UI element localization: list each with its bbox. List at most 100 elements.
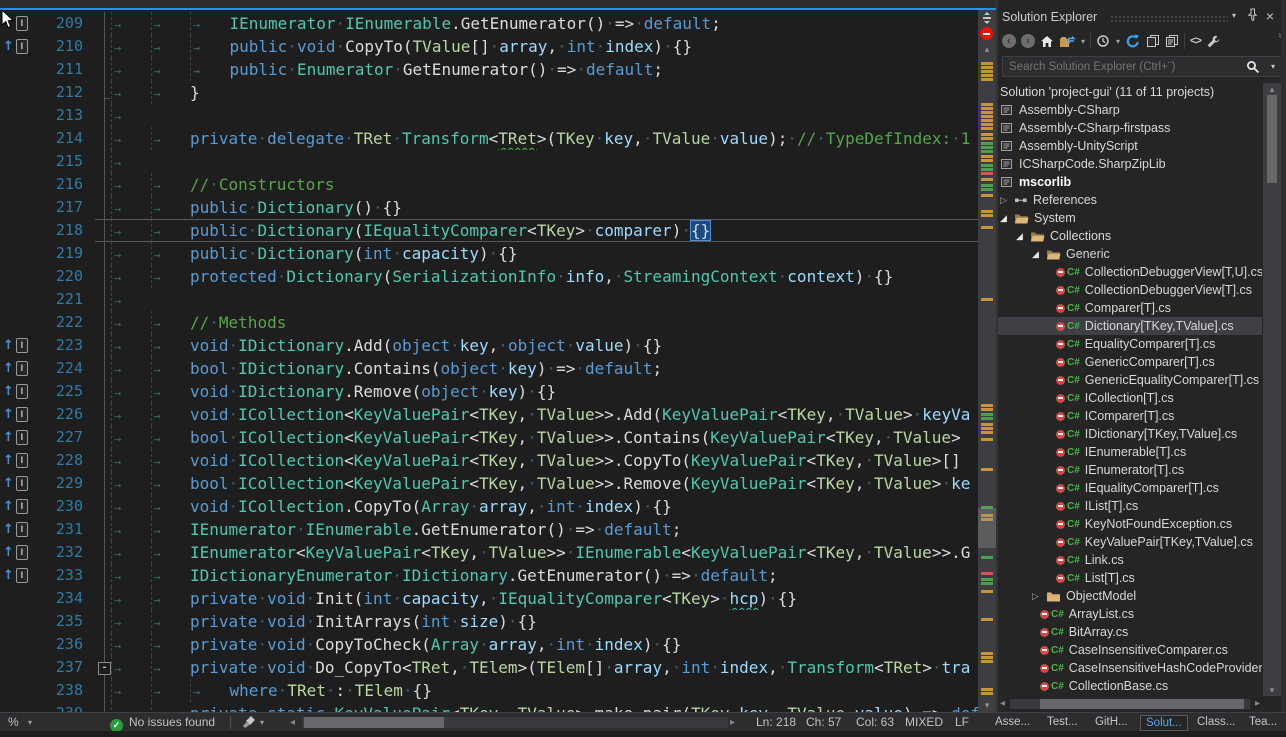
code-text[interactable]: →→→public·Enumerator·GetEnumerator()·=>·…: [105, 58, 978, 81]
code-text[interactable]: →→void·IDictionary.Add(object·key,·objec…: [105, 334, 978, 357]
fold-margin[interactable]: [90, 265, 105, 288]
code-line[interactable]: 217→→public·Dictionary()·{}: [0, 196, 978, 219]
tree-item[interactable]: C#Link.cs: [998, 551, 1262, 569]
code-text[interactable]: →: [105, 150, 978, 173]
tool-window-tab[interactable]: Class...: [1192, 715, 1240, 729]
glyph-margin[interactable]: [0, 288, 37, 311]
close-icon[interactable]: ×: [1262, 8, 1278, 24]
code-text[interactable]: →→private·static·KeyValuePair<TKey,·TVal…: [105, 702, 978, 712]
code-text[interactable]: →→public·Dictionary()·{}: [105, 196, 978, 219]
tree-item[interactable]: C#KeyNotFoundException.cs: [998, 515, 1262, 533]
fold-margin[interactable]: [90, 587, 105, 610]
tree-item[interactable]: C#Dictionary[TKey,TValue].cs: [998, 317, 1262, 335]
tree-item[interactable]: C#Comparer[T].cs: [998, 299, 1262, 317]
collapsed-arrow-icon[interactable]: ▷: [1000, 195, 1014, 206]
code-text[interactable]: →→private·void·CopyToCheck(Array·array,·…: [105, 633, 978, 656]
scrollbar-thumb[interactable]: [1040, 699, 1244, 709]
editor-split-handle-icon[interactable]: [978, 11, 996, 25]
scroll-left-arrow-icon[interactable]: ◂: [1000, 698, 1005, 709]
glyph-margin[interactable]: ↑I: [0, 495, 37, 518]
scroll-right-arrow-icon[interactable]: ▸: [730, 713, 735, 732]
fold-margin[interactable]: [90, 380, 105, 403]
expanded-arrow-icon[interactable]: ◢: [1016, 231, 1030, 242]
window-position-icon[interactable]: ▾: [1226, 8, 1242, 24]
code-text[interactable]: →→public·Dictionary(int·capacity)·{}: [105, 242, 978, 265]
tree-item[interactable]: C#BitArray.cs: [998, 623, 1262, 641]
tool-window-tab[interactable]: Test...: [1042, 715, 1083, 729]
code-text[interactable]: →→bool·IDictionary.Contains(object·key)·…: [105, 357, 978, 380]
forward-icon[interactable]: ›: [1021, 32, 1035, 50]
glyph-margin[interactable]: [0, 242, 37, 265]
tool-window-tab[interactable]: Asse...: [990, 715, 1035, 729]
fold-margin[interactable]: [90, 127, 105, 150]
code-text[interactable]: →→void·ICollection<KeyValuePair<TKey,·TV…: [105, 403, 978, 426]
code-line[interactable]: 218→→public·Dictionary(IEqualityComparer…: [0, 219, 978, 242]
code-line[interactable]: 214→→private·delegate·TRet·Transform<TRe…: [0, 127, 978, 150]
fold-margin[interactable]: [90, 541, 105, 564]
fold-margin[interactable]: [90, 242, 105, 265]
code-editor[interactable]: ↑I209→→→IEnumerator·IEnumerable.GetEnume…: [0, 0, 996, 712]
glyph-margin[interactable]: ↑I: [0, 426, 37, 449]
glyph-margin[interactable]: ↑I: [0, 35, 37, 58]
fold-margin[interactable]: [90, 633, 105, 656]
code-line[interactable]: ↑I210→→→public·void·CopyTo(TValue[]·arra…: [0, 35, 978, 58]
sync-active-document-icon[interactable]: [1059, 32, 1076, 50]
glyph-margin[interactable]: [0, 219, 37, 242]
code-line[interactable]: ↑I223→→void·IDictionary.Add(object·key,·…: [0, 334, 978, 357]
code-text[interactable]: →→//·Methods: [105, 311, 978, 334]
code-line[interactable]: 213→: [0, 104, 978, 127]
zoom-caret-icon[interactable]: ▾: [28, 713, 32, 732]
line-ending-indicator[interactable]: LF: [955, 713, 969, 732]
fold-margin[interactable]: -: [90, 656, 105, 679]
fold-margin[interactable]: [90, 12, 105, 35]
fold-margin[interactable]: [90, 219, 105, 242]
fold-margin[interactable]: [90, 58, 105, 81]
glyph-margin[interactable]: [0, 104, 37, 127]
glyph-margin[interactable]: [0, 702, 37, 712]
code-text[interactable]: →→IEnumerator·IEnumerable.GetEnumerator(…: [105, 518, 978, 541]
code-line[interactable]: ↑I229→→bool·ICollection<KeyValuePair<TKe…: [0, 472, 978, 495]
code-line[interactable]: ↑I209→→→IEnumerator·IEnumerable.GetEnume…: [0, 12, 978, 35]
tree-item[interactable]: C#ArrayList.cs: [998, 605, 1262, 623]
editor-vertical-scrollbar[interactable]: ▴ ▾: [978, 10, 996, 712]
scroll-down-arrow-icon[interactable]: ▾: [1263, 685, 1281, 695]
tree-item[interactable]: C#KeyValuePair[TKey,TValue].cs: [998, 533, 1262, 551]
tool-window-tab[interactable]: GitH...: [1090, 715, 1133, 729]
code-line[interactable]: ↑I232→→IEnumerator<KeyValuePair<TKey,·TV…: [0, 541, 978, 564]
tree-item[interactable]: ▷References: [998, 191, 1262, 209]
glyph-margin[interactable]: [0, 150, 37, 173]
code-text[interactable]: →→→public·void·CopyTo(TValue[]·array,·in…: [105, 35, 978, 58]
fold-margin[interactable]: [90, 403, 105, 426]
glyph-margin[interactable]: ↑I: [0, 12, 37, 35]
tree-item[interactable]: ICSharpCode.SharpZipLib: [998, 155, 1262, 173]
scrollbar-thumb[interactable]: [1267, 95, 1277, 183]
tree-item[interactable]: mscorlib: [998, 173, 1262, 191]
tree-item[interactable]: C#ICollection[T].cs: [998, 389, 1262, 407]
glyph-margin[interactable]: [0, 656, 37, 679]
code-line[interactable]: ↑I225→→void·IDictionary.Remove(object·ke…: [0, 380, 978, 403]
tree-item[interactable]: C#IComparer[T].cs: [998, 407, 1262, 425]
fold-margin[interactable]: [90, 610, 105, 633]
glyph-margin[interactable]: [0, 311, 37, 334]
glyph-margin[interactable]: ↑I: [0, 449, 37, 472]
code-text[interactable]: →→IEnumerator<KeyValuePair<TKey,·TValue>…: [105, 541, 978, 564]
tree-item[interactable]: C#IEnumerator[T].cs: [998, 461, 1262, 479]
tree-item[interactable]: C#IEqualityComparer[T].cs: [998, 479, 1262, 497]
scroll-up-arrow-icon[interactable]: ▴: [978, 44, 996, 54]
cleanup-caret-icon[interactable]: ▾: [260, 713, 264, 732]
glyph-margin[interactable]: ↑I: [0, 357, 37, 380]
code-text[interactable]: →→private·void·Do_CopyTo<TRet,·TElem>(TE…: [105, 656, 978, 679]
code-text[interactable]: →→private·delegate·TRet·Transform<TRet>(…: [105, 127, 978, 150]
tree-item[interactable]: C#CollectionBase.cs: [998, 677, 1262, 695]
tree-item[interactable]: ◢Collections: [998, 227, 1262, 245]
code-lines[interactable]: ↑I209→→→IEnumerator·IEnumerable.GetEnume…: [0, 12, 978, 712]
code-text[interactable]: →→→where·TRet·:·TElem·{}: [105, 679, 978, 702]
editor-hscrollbar-thumb[interactable]: [304, 717, 444, 728]
code-text[interactable]: →: [105, 104, 978, 127]
code-text[interactable]: →→bool·ICollection<KeyValuePair<TKey,·TV…: [105, 426, 978, 449]
scroll-up-arrow-icon[interactable]: ▴: [1263, 84, 1281, 94]
dropdown-caret-icon[interactable]: ▾: [1116, 32, 1120, 50]
code-line[interactable]: 234→→private·void·Init(int·capacity,·IEq…: [0, 587, 978, 610]
scroll-right-arrow-icon[interactable]: ▸: [1255, 698, 1260, 709]
fold-margin[interactable]: [90, 196, 105, 219]
